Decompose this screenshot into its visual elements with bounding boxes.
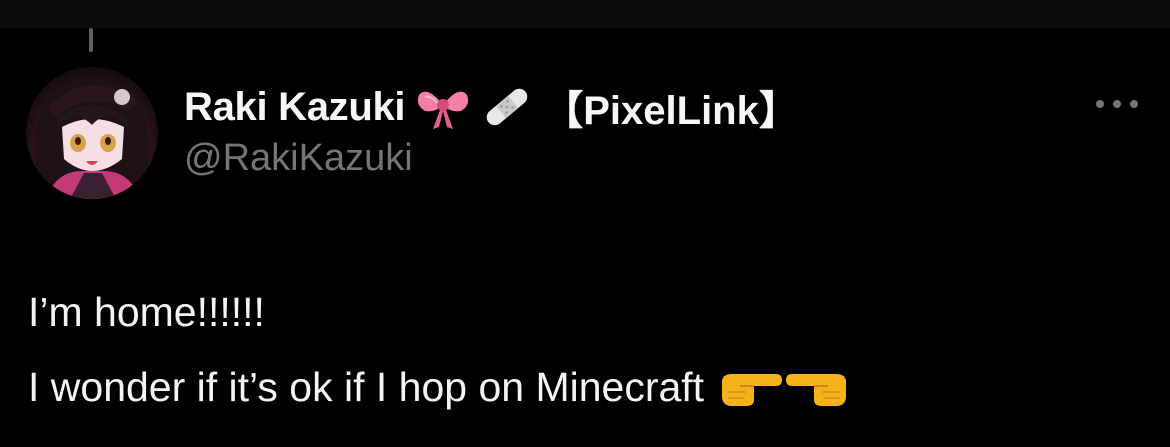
bandage-icon	[481, 83, 533, 131]
thread-connector-line	[89, 28, 93, 52]
pointing-left-hand-icon	[784, 368, 850, 408]
author-name-row[interactable]: Raki Kazuki 【PixelLink】	[184, 80, 799, 134]
more-options-button[interactable]	[1092, 86, 1142, 122]
ribbon-icon	[415, 83, 471, 131]
avatar-image	[26, 67, 158, 199]
avatar[interactable]	[26, 67, 158, 199]
tweet-text-line-2: I wonder if it’s ok if I hop on Minecraf…	[28, 364, 705, 410]
more-dot	[1130, 100, 1138, 108]
more-dot	[1096, 100, 1104, 108]
author-display-name[interactable]: Raki Kazuki	[184, 85, 406, 130]
tweet-text: I’m home!!!!!! I wonder if it’s ok if I …	[28, 275, 1138, 425]
more-dot	[1113, 100, 1121, 108]
pointing-right-hand-icon	[718, 368, 784, 408]
tweet-text-line: I wonder if it’s ok if I hop on Minecraf…	[28, 350, 1138, 425]
tweet-text-line-1: I’m home!!!!!!	[28, 289, 265, 335]
tweet-view: Raki Kazuki 【PixelLink】 @RakiKazuki I’m …	[0, 0, 1170, 447]
author-name-suffix: 【PixelLink】	[543, 89, 799, 133]
tweet-text-line: I’m home!!!!!!	[28, 275, 1138, 350]
hand-emojis	[718, 368, 850, 408]
author-handle[interactable]: @RakiKazuki	[184, 137, 413, 180]
top-bar	[0, 0, 1170, 28]
